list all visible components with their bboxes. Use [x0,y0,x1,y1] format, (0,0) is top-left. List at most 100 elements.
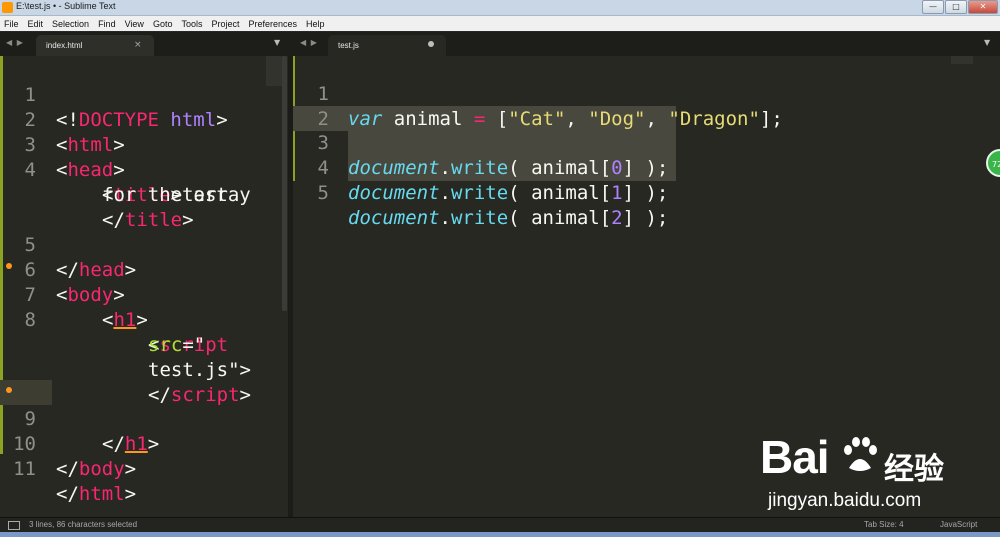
tab-nav-arrows-left[interactable]: ◀ ▶ [6,38,24,47]
code-line: 4 <title>test [0,133,228,206]
menu-file[interactable]: File [0,19,24,29]
token: ] ); [622,182,669,204]
menu-preferences[interactable]: Preferences [244,19,302,29]
token: "Cat" [508,108,566,130]
editor-pane-index-html[interactable]: 1 <!DOCTYPE html> 2 <html> 3 <head> 4 <t… [0,56,288,517]
tab-label: index.html [46,41,83,50]
token: body [78,458,125,480]
tab-dropdown-right[interactable]: ▼ [984,38,990,47]
minimap[interactable] [951,56,973,64]
token: > [124,259,137,281]
menu-tools[interactable]: Tools [177,19,207,29]
token: , [565,108,589,130]
menu-help[interactable]: Help [302,19,330,29]
menu-goto[interactable]: Goto [149,19,178,29]
menu-selection[interactable]: Selection [48,19,94,29]
token: ] ); [622,207,669,229]
token: > [216,109,228,131]
token: > [147,433,160,455]
panel-toggle-icon[interactable] [8,521,20,530]
token: < [56,134,68,156]
tab-size-status[interactable]: Tab Size: 4 [864,520,904,529]
code-line: 5 document.write( animal[2] ); [293,156,669,229]
close-button[interactable]: ✕ [968,0,998,14]
tab-dropdown-left[interactable]: ▼ [274,38,280,47]
watermark-cn: 经验 [884,452,944,487]
token: animal[ [531,207,612,229]
token: </ [102,433,125,455]
token: , [645,108,669,130]
token: animal[ [531,157,612,179]
code-line: 11 </html> [0,432,136,505]
tab-nav-arrows-right[interactable]: ◀ ▶ [300,38,318,47]
code-line: 9 </h1> [0,382,160,455]
window-controls: — □ ✕ [921,0,998,14]
token: > [113,284,125,306]
code-line-wrap: for the array [0,158,251,206]
token: h1 [124,433,148,455]
token: write [450,207,509,229]
token: </ [148,384,171,406]
tab-test-js[interactable]: test.js [328,35,446,56]
token: script [170,384,240,406]
unsaved-dot-icon[interactable] [428,41,434,47]
code-line-wrap: src=" [0,308,205,356]
token: html [67,134,114,156]
token: head [78,259,125,281]
token: < [102,309,114,331]
os-taskbar [0,532,1000,537]
code-line: 3 document.write( animal[0] ); [293,106,669,179]
menu-project[interactable]: Project [207,19,244,29]
token: </ [56,458,79,480]
token: body [67,284,114,306]
token: > [182,209,194,231]
token: = [473,108,486,130]
menu-edit[interactable]: Edit [24,19,49,29]
code-line: 1 var animal = ["Cat", "Dog", "Dragon"]; [293,57,783,130]
line-number: 5 [317,182,329,204]
token: ] ); [622,157,669,179]
token: animal[ [531,182,612,204]
token: "Dragon" [668,108,760,130]
code-line: 3 <head> [0,108,125,181]
token: . [439,182,451,204]
token: ( [508,157,532,179]
token: head [67,159,114,181]
sublime-logo-icon [2,2,13,13]
menu-bar: File Edit Selection Find View Goto Tools… [0,16,1000,31]
maximize-button[interactable]: □ [945,0,967,14]
status-bar: 3 lines, 86 characters selected Tab Size… [0,517,1000,533]
token: 0 [611,157,623,179]
code-line: 5 </head> [0,208,137,281]
token: =" [182,334,206,356]
token: 2 [611,207,623,229]
minimap[interactable] [266,56,282,86]
token: </ [56,483,79,505]
menu-find[interactable]: Find [94,19,121,29]
code-line-wrap: </title> [0,183,194,231]
token: [ [485,108,509,130]
token: ( [508,182,532,204]
selection-highlight [348,131,676,156]
tab-close-icon[interactable]: × [134,40,142,50]
syntax-status[interactable]: JavaScript [940,520,977,529]
token: > [136,309,148,331]
tab-index-html[interactable]: index.html × [36,35,154,56]
token: document [348,207,440,229]
token: title [124,209,183,231]
token: > [239,359,251,381]
tab-label: test.js [338,41,359,50]
code-line: 1 <!DOCTYPE html> [0,58,228,131]
menu-view[interactable]: View [121,19,149,29]
vertical-scrollbar[interactable] [282,56,287,311]
token: . [439,157,451,179]
token: test.js" [148,359,240,381]
token: . [439,207,451,229]
token: > [124,483,137,505]
code-line: 2 [293,82,339,130]
token: </ [56,259,79,281]
token: animal [382,108,474,130]
title-bar: E:\test.js • - Sublime Text — □ ✕ [0,0,1000,16]
token: ]; [759,108,783,130]
minimize-button[interactable]: — [922,0,944,14]
